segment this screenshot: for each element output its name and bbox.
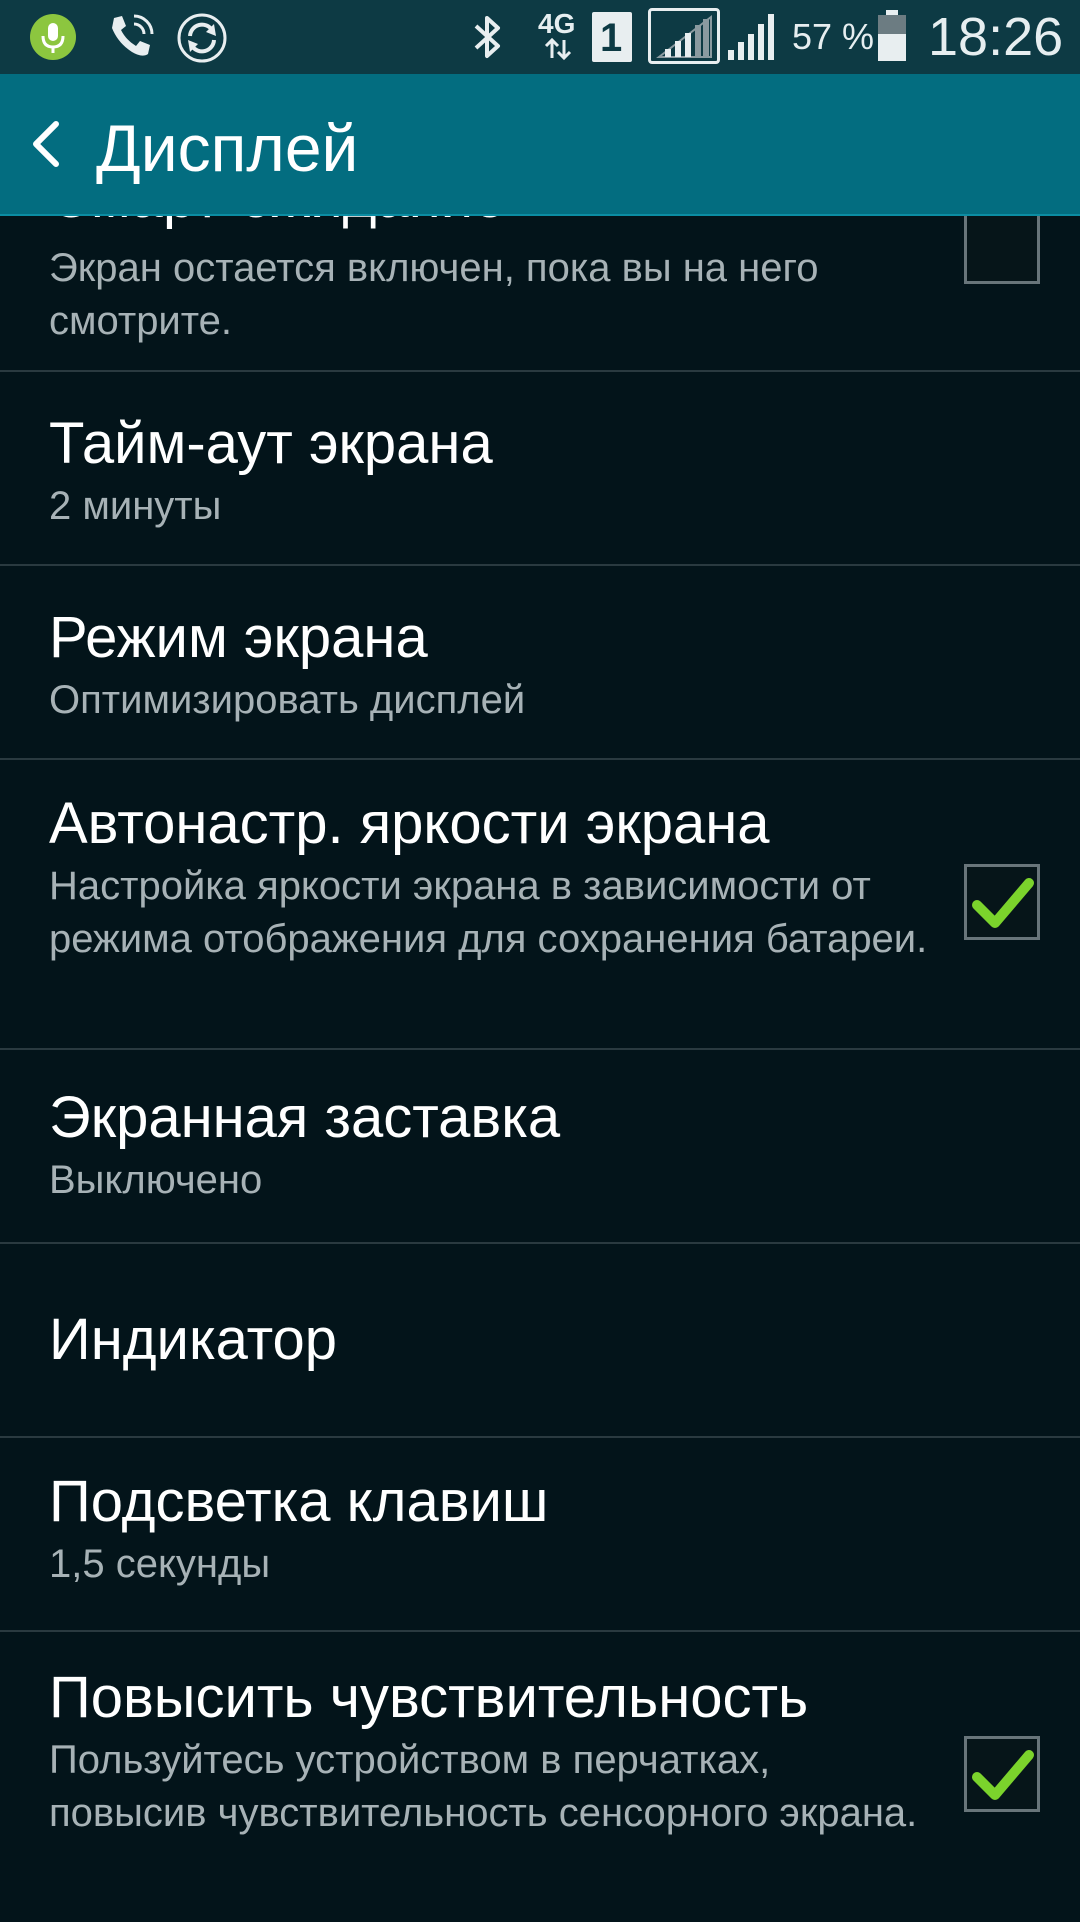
check-mark-icon xyxy=(972,1750,1034,1800)
smart-stay-checkbox[interactable] xyxy=(964,216,1040,284)
setting-subtitle: Экран остается включен, пока вы на него … xyxy=(49,246,819,343)
setting-touch-sensitivity[interactable]: Повысить чувствительность Пользуйтесь ус… xyxy=(0,1632,1080,1922)
setting-indicator[interactable]: Индикатор xyxy=(0,1244,1080,1438)
setting-subtitle: 1,5 секунды xyxy=(49,1542,271,1586)
setting-screen-mode[interactable]: Режим экрана Оптимизировать дисплей xyxy=(0,566,1080,760)
setting-title: Режим экрана xyxy=(49,605,428,670)
touch-sensitivity-checkbox[interactable] xyxy=(964,1736,1040,1812)
bluetooth-icon xyxy=(470,12,506,67)
setting-subtitle: Пользуйтесь устройством в перчатках, пов… xyxy=(49,1738,918,1835)
setting-subtitle: Настройка яркости экрана в зависимости о… xyxy=(49,864,928,961)
setting-title: Тайм-аут экрана xyxy=(49,411,493,476)
setting-smart-stay[interactable]: Смарт-ожидание Экран остается включен, п… xyxy=(0,216,1080,372)
phone-wifi-call-icon xyxy=(104,10,158,69)
setting-title: Экранная заставка xyxy=(49,1085,561,1150)
setting-subtitle: Выключено xyxy=(49,1158,263,1202)
setting-auto-brightness[interactable]: Автонастр. яркости экрана Настройка ярко… xyxy=(0,760,1080,1050)
mic-icon xyxy=(28,12,78,67)
setting-title: Повысить чувствительность xyxy=(49,1665,809,1730)
setting-title: Подсветка клавиш xyxy=(49,1469,549,1534)
sync-icon xyxy=(176,12,228,69)
app-bar: Дисплей xyxy=(0,74,1080,216)
setting-title: Смарт-ожидание xyxy=(49,216,505,232)
check-mark-icon xyxy=(972,878,1034,928)
network-4g-icon: 4G xyxy=(534,6,584,66)
signal-icon xyxy=(648,8,720,64)
status-bar: 4G 1 57 % 18:26 xyxy=(0,0,1080,74)
setting-subtitle: Оптимизировать дисплей xyxy=(49,678,526,722)
setting-key-backlight[interactable]: Подсветка клавиш 1,5 секунды xyxy=(0,1438,1080,1632)
signal-icon xyxy=(724,12,776,67)
clock: 18:26 xyxy=(928,7,1064,67)
sim-1-icon: 1 xyxy=(592,12,632,62)
setting-title: Автонастр. яркости экрана xyxy=(49,791,770,856)
setting-screen-timeout[interactable]: Тайм-аут экрана 2 минуты xyxy=(0,372,1080,566)
setting-screen-saver[interactable]: Экранная заставка Выключено xyxy=(0,1050,1080,1244)
page-title: Дисплей xyxy=(96,111,359,185)
battery-percent: 57 % xyxy=(792,16,875,57)
setting-subtitle: 2 минуты xyxy=(49,484,222,528)
chevron-left-icon[interactable] xyxy=(22,118,74,170)
battery-icon xyxy=(876,10,908,67)
setting-title: Индикатор xyxy=(49,1307,338,1372)
auto-brightness-checkbox[interactable] xyxy=(964,864,1040,940)
